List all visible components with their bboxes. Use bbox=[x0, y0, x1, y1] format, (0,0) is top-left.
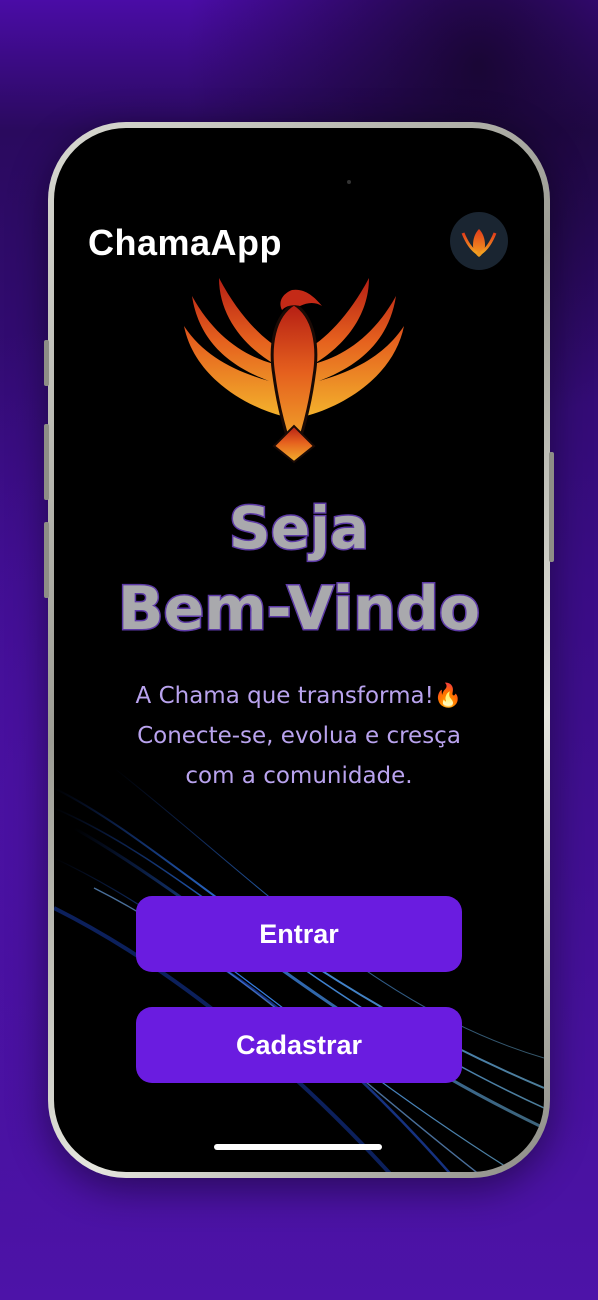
app-screen: ChamaApp Seja Bem-Vindo A Chama que tran… bbox=[54, 128, 544, 1172]
login-button[interactable]: Entrar bbox=[136, 896, 462, 972]
home-indicator[interactable] bbox=[214, 1144, 382, 1150]
headline-line-2: Bem-Vindo bbox=[116, 573, 481, 646]
phoenix-logo-icon bbox=[184, 278, 404, 464]
headline-line-1: Seja bbox=[227, 493, 370, 564]
phone-frame: ChamaApp Seja Bem-Vindo A Chama que tran… bbox=[44, 122, 554, 1178]
phone-action-button bbox=[44, 340, 49, 386]
phone-power-button bbox=[549, 452, 554, 562]
tagline-line-1: A Chama que transforma!🔥 bbox=[135, 683, 463, 709]
phone-volume-down-button bbox=[44, 522, 49, 598]
app-title: ChamaApp bbox=[88, 222, 283, 263]
front-camera bbox=[347, 180, 351, 184]
signup-button[interactable]: Cadastrar bbox=[136, 1007, 462, 1083]
phoenix-icon bbox=[461, 229, 497, 257]
phone-volume-up-button bbox=[44, 424, 49, 500]
profile-avatar[interactable] bbox=[450, 212, 508, 270]
tagline-line-3: com a comunidade. bbox=[185, 763, 413, 789]
tagline-line-2: Conecte-se, evolua e cresça bbox=[137, 723, 461, 749]
